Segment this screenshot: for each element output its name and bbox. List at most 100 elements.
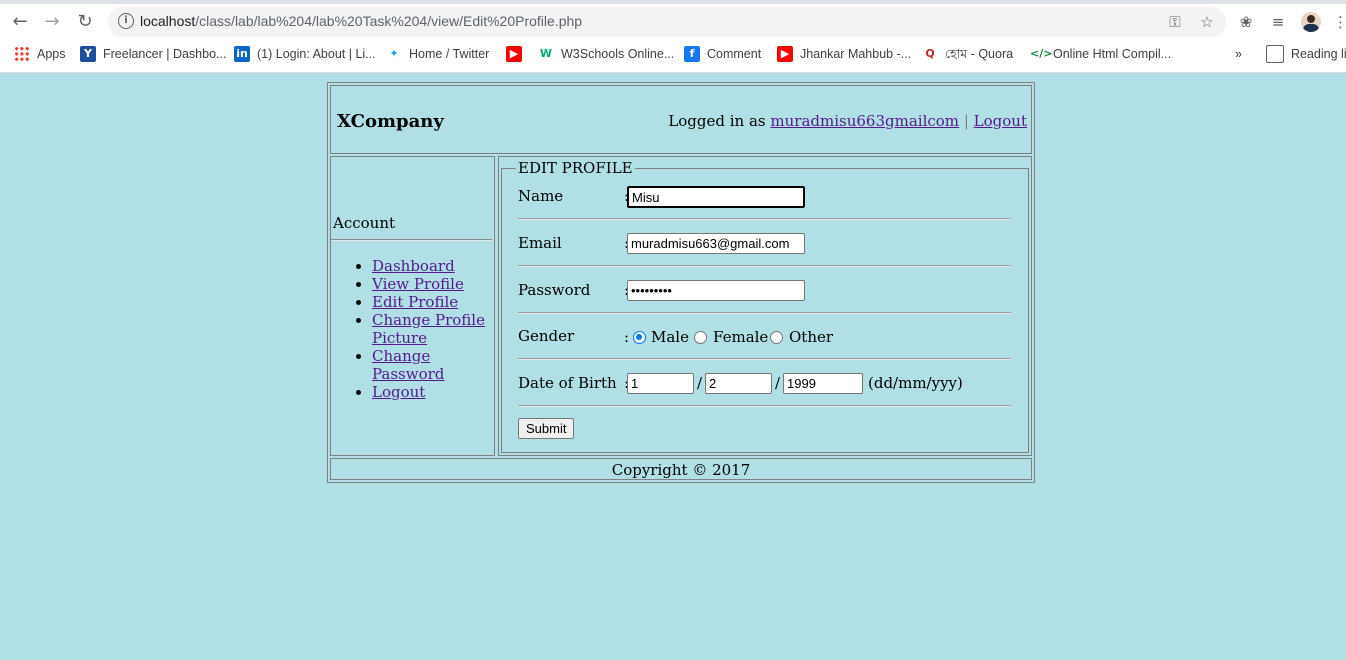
bookmark-label: হোম - Quora: [945, 47, 1014, 61]
gender-label: Gender: [518, 327, 575, 345]
login-status: Logged in as muradmisu663gmailcom | Logo…: [668, 112, 1027, 130]
dob-format-hint: (dd/mm/yyy): [868, 374, 963, 392]
apps-icon: [14, 45, 30, 62]
gender-male-radio[interactable]: [633, 331, 646, 344]
sidebar-item-logout: Logout: [372, 383, 492, 401]
bookmark-html-compiler[interactable]: </>Online Html Compil...: [1030, 44, 1171, 64]
quora-icon: Q: [925, 46, 935, 60]
row-divider: [518, 312, 1011, 314]
star-icon[interactable]: ☆: [1198, 13, 1216, 31]
bookmark-label: Freelancer | Dashbo...: [103, 47, 227, 61]
sidebar-item-dashboard: Dashboard: [372, 257, 492, 275]
gender-male-label[interactable]: Male: [651, 328, 689, 346]
bookmark-label: Jhankar Mahbub -...: [800, 47, 912, 61]
bookmark-youtube[interactable]: ▶: [506, 44, 529, 64]
back-icon[interactable]: ←: [9, 11, 31, 33]
colon: :: [624, 328, 630, 346]
bookmark-linkedin[interactable]: in (1) Login: About | Li...: [234, 44, 376, 64]
submit-button[interactable]: Submit: [518, 418, 575, 439]
dob-year-input[interactable]: [783, 373, 863, 394]
sidebar-item-change-password: Change Password: [372, 347, 492, 383]
dob-separator: /: [775, 374, 781, 392]
email-input[interactable]: [627, 233, 805, 254]
bookmark-label: Reading lis: [1291, 47, 1346, 61]
user-profile-link[interactable]: muradmisu663gmailcom: [770, 112, 959, 130]
bookmark-quora[interactable]: Q হোম - Quora: [922, 44, 1013, 64]
sidebar-divider: [331, 239, 492, 241]
sidebar-item-change-picture: Change Profile Picture: [372, 311, 492, 347]
header-separator: |: [963, 112, 969, 130]
bookmark-w3schools[interactable]: W W3Schools Online...: [538, 44, 674, 64]
dob-separator: /: [697, 374, 703, 392]
row-divider: [518, 405, 1011, 407]
dashboard-link[interactable]: Dashboard: [372, 257, 455, 275]
main-content: EDIT PROFILE Name : Email : Password : G…: [498, 156, 1032, 456]
change-profile-picture-link[interactable]: Change Profile Picture: [372, 311, 485, 347]
bookmark-label: Comment: [707, 47, 762, 61]
view-profile-link[interactable]: View Profile: [372, 275, 464, 293]
youtube-icon: ▶: [777, 45, 793, 62]
edit-profile-link[interactable]: Edit Profile: [372, 293, 458, 311]
bookmark-label: Home / Twitter: [409, 47, 490, 61]
url-path: /class/lab/lab%204/lab%20Task%204/view/E…: [195, 13, 583, 29]
twitter-icon: ✦: [389, 46, 399, 60]
site-info-icon[interactable]: i: [118, 13, 134, 29]
bookmark-label: Online Html Compil...: [1053, 47, 1172, 61]
bookmark-label: W3Schools Online...: [561, 47, 675, 61]
sidebar-item-view-profile: View Profile: [372, 275, 492, 293]
tab-strip: [0, 0, 1346, 4]
sidebar-item-edit-profile: Edit Profile: [372, 293, 492, 311]
freelancer-icon: Y: [80, 45, 96, 62]
row-divider: [518, 218, 1011, 220]
media-icon[interactable]: ≡: [1267, 11, 1289, 33]
dob-day-input[interactable]: [627, 373, 694, 394]
avatar[interactable]: [1301, 12, 1321, 32]
youtube-icon: ▶: [506, 45, 522, 62]
key-icon[interactable]: ⚿: [1166, 13, 1184, 31]
brand-title: XCompany: [337, 111, 444, 132]
sidebar-title: Account: [333, 214, 396, 232]
sidebar-menu: Dashboard View Profile Edit Profile Chan…: [331, 257, 492, 401]
gender-female-radio[interactable]: [694, 331, 707, 344]
change-password-link[interactable]: Change Password: [372, 347, 444, 383]
copyright-text: Copyright © 2017: [611, 461, 751, 479]
url-text[interactable]: localhost/class/lab/lab%204/lab%20Task%2…: [140, 13, 582, 29]
sidebar-logout-link[interactable]: Logout: [372, 383, 425, 401]
header: XCompany Logged in as muradmisu663gmailc…: [330, 85, 1032, 154]
name-label: Name: [518, 187, 564, 205]
more-bookmarks-label: »: [1235, 47, 1242, 61]
bookmark-reading-list[interactable]: Reading lis: [1266, 44, 1346, 64]
url-host: localhost: [140, 13, 196, 29]
password-input[interactable]: [627, 280, 805, 301]
email-label: Email: [518, 234, 562, 252]
bookmark-label: Apps: [37, 47, 66, 61]
extensions-icon[interactable]: ❀: [1235, 11, 1257, 33]
more-bookmarks-icon[interactable]: »: [1235, 44, 1242, 64]
bookmark-twitter[interactable]: ✦ Home / Twitter: [386, 44, 489, 64]
address-bar[interactable]: i localhost/class/lab/lab%204/lab%20Task…: [108, 7, 1226, 37]
forward-icon[interactable]: →: [41, 11, 63, 33]
footer: Copyright © 2017: [330, 458, 1032, 480]
bookmarks-bar: Apps Y Freelancer | Dashbo... in (1) Login…: [0, 42, 1346, 66]
gender-other-label[interactable]: Other: [789, 328, 833, 346]
gender-female-label[interactable]: Female: [713, 328, 768, 346]
header-logout-link[interactable]: Logout: [974, 112, 1027, 130]
reload-icon[interactable]: ↻: [74, 11, 96, 33]
browser-chrome: ← → ↻ i localhost/class/lab/lab%204/lab%…: [0, 0, 1346, 73]
row-divider: [518, 358, 1011, 360]
bookmark-apps[interactable]: Apps: [14, 44, 66, 64]
menu-icon[interactable]: ⋮: [1333, 11, 1346, 33]
bookmark-comment[interactable]: f Comment: [684, 44, 761, 64]
bookmark-freelancer[interactable]: Y Freelancer | Dashbo...: [80, 44, 226, 64]
code-icon: </>: [1030, 46, 1053, 60]
sidebar: Account Dashboard View Profile Edit Prof…: [330, 156, 495, 456]
page-layout-table: XCompany Logged in as muradmisu663gmailc…: [327, 82, 1035, 483]
dob-label: Date of Birth: [518, 374, 617, 392]
dob-month-input[interactable]: [705, 373, 772, 394]
bookmark-jhankar[interactable]: ▶ Jhankar Mahbub -...: [777, 44, 911, 64]
w3schools-icon: W: [539, 46, 553, 60]
fieldset-legend: EDIT PROFILE: [518, 159, 633, 177]
gender-other-radio[interactable]: [770, 331, 783, 344]
bookmark-label: (1) Login: About | Li...: [257, 47, 376, 61]
name-input[interactable]: [627, 186, 805, 208]
